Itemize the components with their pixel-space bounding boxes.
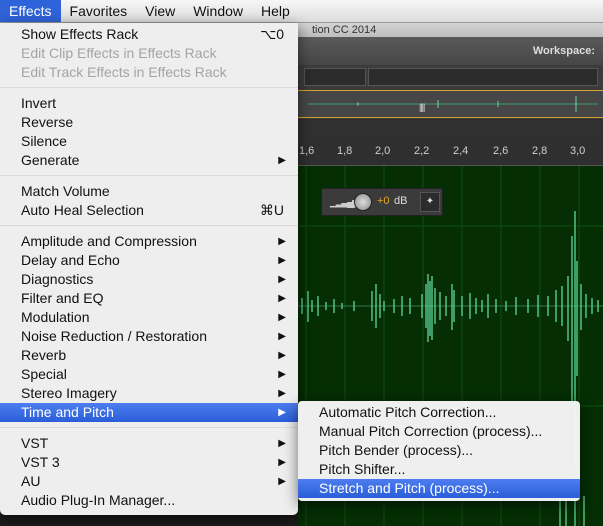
menu-item-label: Generate: [21, 152, 80, 168]
hud-volume-unit: dB: [394, 195, 408, 207]
menu-item-label: Show Effects Rack: [21, 26, 139, 42]
overview-navigator[interactable]: ||||: [298, 87, 603, 119]
triangle-right-icon: ▶: [278, 457, 286, 468]
menu-item-label: Special: [21, 366, 67, 382]
menu-item-noise-reduction[interactable]: Noise Reduction / Restoration ▶: [0, 327, 298, 346]
submenu-item-manual-pitch-correction[interactable]: Manual Pitch Correction (process)...: [298, 422, 580, 441]
menu-separator: [0, 175, 298, 176]
ruler-tick: 1,8: [337, 145, 353, 157]
triangle-right-icon: ▶: [278, 407, 286, 418]
triangle-right-icon: ▶: [278, 293, 286, 304]
menu-item-diagnostics[interactable]: Diagnostics ▶: [0, 270, 298, 289]
workspace-label[interactable]: Workspace:: [533, 45, 595, 57]
zoom-range-bar[interactable]: ||||: [298, 90, 603, 118]
menu-item-modulation[interactable]: Modulation ▶: [0, 308, 298, 327]
triangle-right-icon: ▶: [278, 312, 286, 323]
knob-icon[interactable]: [354, 193, 372, 211]
menu-item-label: Amplitude and Compression: [21, 233, 197, 249]
menu-item-label: Modulation: [21, 309, 90, 325]
menu-item-label: VST: [21, 435, 49, 451]
menu-item-reverb[interactable]: Reverb ▶: [0, 346, 298, 365]
triangle-right-icon: ▶: [278, 155, 286, 166]
menu-item-label: Auto Heal Selection: [21, 202, 144, 218]
panel-tabbar: [298, 65, 603, 88]
menubar-view[interactable]: View: [136, 0, 184, 22]
menu-item-stereo-imagery[interactable]: Stereo Imagery ▶: [0, 384, 298, 403]
menu-item-time-and-pitch[interactable]: Time and Pitch ▶: [0, 403, 298, 422]
pin-icon[interactable]: ✦: [420, 192, 440, 212]
menu-separator: [0, 225, 298, 226]
menu-item-au[interactable]: AU ▶: [0, 472, 298, 491]
ruler-tick: 2,0: [375, 145, 391, 157]
menubar-window[interactable]: Window: [184, 0, 252, 22]
menu-item-special[interactable]: Special ▶: [0, 365, 298, 384]
window-title: tion CC 2014: [298, 23, 603, 37]
menu-item-invert[interactable]: Invert: [0, 94, 298, 113]
menu-item-match-volume[interactable]: Match Volume: [0, 182, 298, 201]
ruler-tick: 2,6: [493, 145, 509, 157]
submenu-item-stretch-and-pitch[interactable]: Stretch and Pitch (process)...: [298, 479, 580, 498]
menu-item-edit-clip-effects: Edit Clip Effects in Effects Rack: [21, 45, 217, 61]
menu-item-reverse[interactable]: Reverse: [0, 113, 298, 132]
menu-item-label: Stereo Imagery: [21, 385, 117, 401]
menu-item-show-effects-rack[interactable]: Show Effects Rack ⌥0: [0, 25, 298, 44]
menubar-help[interactable]: Help: [252, 0, 299, 22]
timeline-gap: [298, 119, 603, 141]
ruler-tick: 1,6: [299, 145, 315, 157]
menubar-favorites[interactable]: Favorites: [61, 0, 137, 22]
menu-item-amplitude[interactable]: Amplitude and Compression ▶: [0, 232, 298, 251]
menu-item-edit-track-effects: Edit Track Effects in Effects Rack: [21, 64, 227, 80]
triangle-right-icon: ▶: [278, 236, 286, 247]
time-and-pitch-submenu: Automatic Pitch Correction... Manual Pit…: [298, 401, 580, 501]
triangle-right-icon: ▶: [278, 369, 286, 380]
menu-item-shortcut: ⌘U: [259, 202, 284, 218]
triangle-right-icon: ▶: [278, 350, 286, 361]
menu-item-label: Time and Pitch: [21, 404, 114, 420]
menu-item-label: Delay and Echo: [21, 252, 120, 268]
ruler-tick: 2,8: [532, 145, 548, 157]
menu-item-vst3[interactable]: VST 3 ▶: [0, 453, 298, 472]
menu-separator: [0, 427, 298, 428]
toolbar: Workspace:: [298, 37, 603, 66]
submenu-item-pitch-shifter[interactable]: Pitch Shifter...: [298, 460, 580, 479]
submenu-item-automatic-pitch-correction[interactable]: Automatic Pitch Correction...: [298, 403, 580, 422]
panel-tab[interactable]: [368, 68, 598, 86]
menu-item-delay[interactable]: Delay and Echo ▶: [0, 251, 298, 270]
volume-hud: ▁▂▃▄▅ +0 dB ✦: [321, 188, 443, 216]
triangle-right-icon: ▶: [278, 331, 286, 342]
menubar-effects[interactable]: Effects: [0, 0, 61, 22]
submenu-item-pitch-bender[interactable]: Pitch Bender (process)...: [298, 441, 580, 460]
triangle-right-icon: ▶: [278, 476, 286, 487]
menu-item-plugin-manager[interactable]: Audio Plug-In Manager...: [0, 491, 298, 510]
ruler-tick: 3,0: [570, 145, 586, 157]
ruler-tick: 2,2: [414, 145, 430, 157]
menu-item-label: AU: [21, 473, 41, 489]
menu-item-generate[interactable]: Generate ▶: [0, 151, 298, 170]
triangle-right-icon: ▶: [278, 438, 286, 449]
menubar: Effects Favorites View Window Help: [0, 0, 603, 23]
panel-tab[interactable]: [304, 68, 366, 86]
menu-item-filter-eq[interactable]: Filter and EQ ▶: [0, 289, 298, 308]
menu-item-label: Noise Reduction / Restoration: [21, 328, 207, 344]
menu-item-vst[interactable]: VST ▶: [0, 434, 298, 453]
effects-menu: Show Effects Rack ⌥0 Edit Clip Effects i…: [0, 23, 298, 515]
hud-volume-value[interactable]: +0: [377, 195, 390, 207]
triangle-right-icon: ▶: [278, 255, 286, 266]
time-ruler[interactable]: 1,6 1,8 2,0 2,2 2,4 2,6 2,8 3,0: [298, 141, 603, 166]
overview-waveform: [308, 96, 598, 112]
menu-item-label: Diagnostics: [21, 271, 94, 287]
menu-item-silence[interactable]: Silence: [0, 132, 298, 151]
menu-item-auto-heal[interactable]: Auto Heal Selection ⌘U: [0, 201, 298, 220]
menu-item-shortcut: ⌥0: [260, 26, 284, 42]
grip-icon[interactable]: ||||: [419, 102, 425, 112]
menu-item-label: VST 3: [21, 454, 60, 470]
triangle-right-icon: ▶: [278, 274, 286, 285]
menu-item-label: Reverb: [21, 347, 67, 363]
triangle-right-icon: ▶: [278, 388, 286, 399]
menu-separator: [0, 87, 298, 88]
ruler-tick: 2,4: [453, 145, 469, 157]
menu-item-label: Filter and EQ: [21, 290, 104, 306]
